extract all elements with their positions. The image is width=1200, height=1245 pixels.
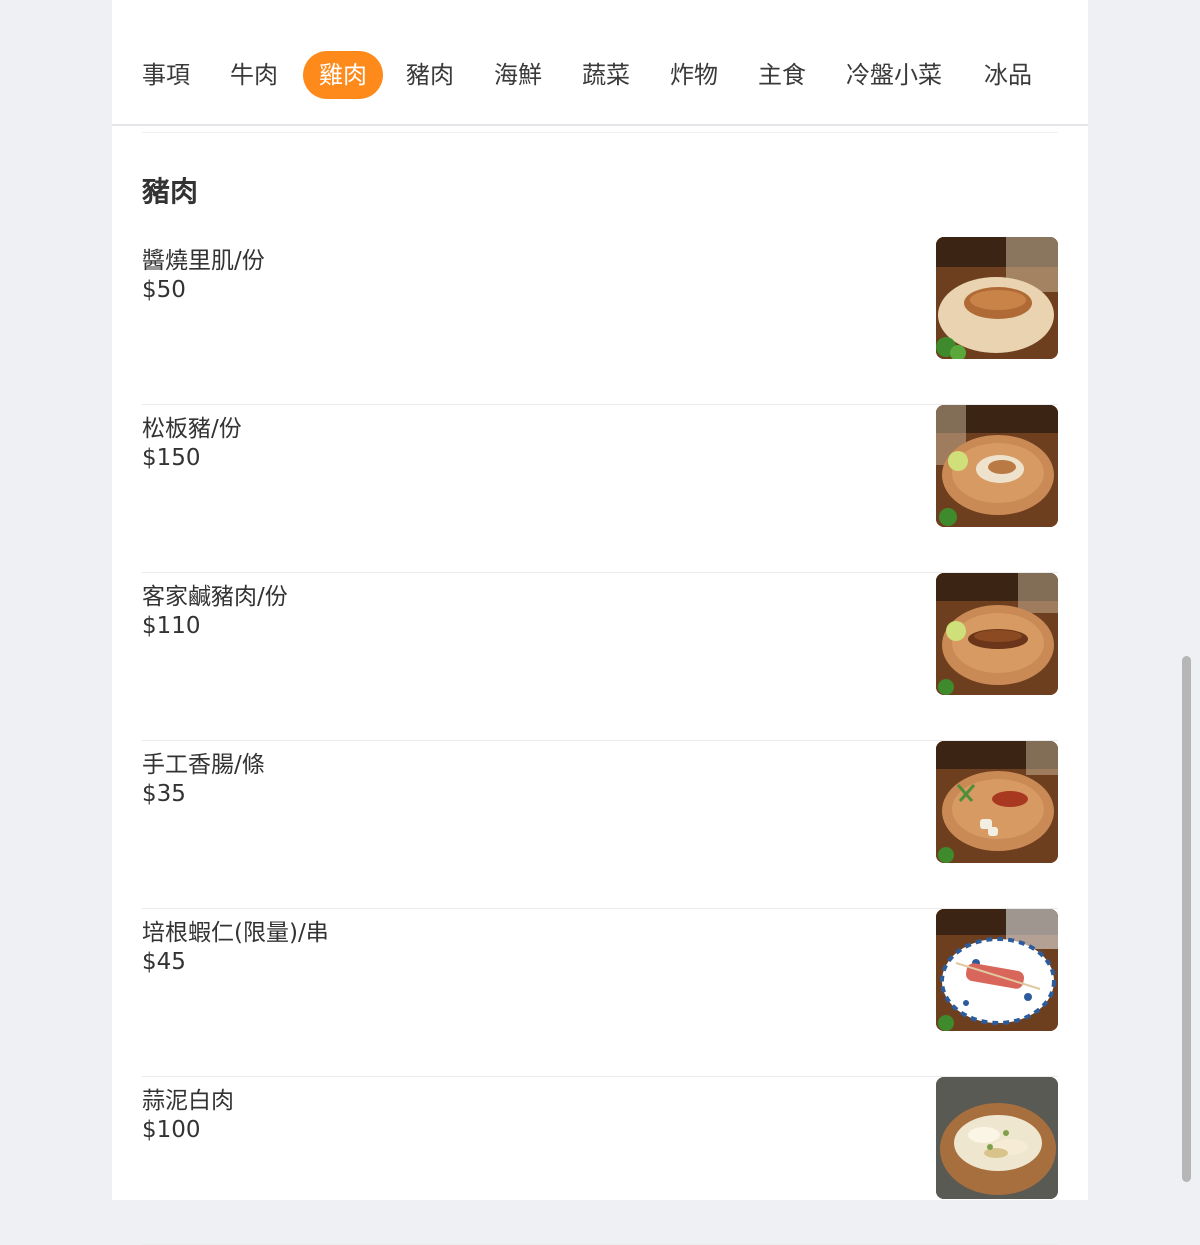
item-name: 松板豬/份 (142, 416, 242, 442)
food-photo[interactable] (936, 237, 1058, 359)
tab-seafood[interactable]: 海鮮 (494, 51, 542, 99)
item-price: $35 (142, 781, 186, 807)
tab-chicken[interactable]: 雞肉 (303, 51, 383, 99)
menu-item[interactable]: 蒜泥白肉 $100 (142, 1077, 1058, 1245)
tab-fried[interactable]: 炸物 (670, 51, 718, 99)
food-photo[interactable] (936, 909, 1058, 1031)
item-name: 手工香腸/條 (142, 752, 265, 778)
item-price: $100 (142, 1117, 201, 1143)
tab-desserts[interactable]: 冰品 (984, 51, 1032, 99)
section-title: 豬肉 (142, 175, 199, 208)
item-price: $110 (142, 613, 201, 639)
category-tab-bar: 事項 牛肉 雞肉 豬肉 海鮮 蔬菜 炸物 主食 冷盤小菜 冰品 (112, 0, 1088, 126)
food-photo[interactable] (936, 1077, 1058, 1199)
menu-item[interactable]: 培根蝦仁(限量)/串 $45 (142, 909, 1058, 1077)
menu-item[interactable]: 客家鹹豬肉/份 $110 (142, 573, 1058, 741)
item-name: 蒜泥白肉 (142, 1088, 234, 1114)
tab-events[interactable]: 事項 (142, 51, 190, 99)
menu-item[interactable]: 松板豬/份 $150 (142, 405, 1058, 573)
item-name: 培根蝦仁(限量)/串 (142, 920, 329, 946)
item-name: 客家鹹豬肉/份 (142, 584, 288, 610)
item-price: $150 (142, 445, 201, 471)
tab-beef[interactable]: 牛肉 (230, 51, 278, 99)
tab-staples[interactable]: 主食 (758, 51, 806, 99)
scrollbar-thumb[interactable] (1182, 656, 1191, 1182)
food-photo[interactable] (936, 741, 1058, 863)
menu-item[interactable]: 醬燒里肌/份 $50 (142, 237, 1058, 405)
food-photo[interactable] (936, 405, 1058, 527)
tab-cold-dishes[interactable]: 冷盤小菜 (846, 51, 942, 99)
divider (142, 132, 1058, 133)
food-photo[interactable] (936, 573, 1058, 695)
menu-page: 事項 牛肉 雞肉 豬肉 海鮮 蔬菜 炸物 主食 冷盤小菜 冰品 豬肉 醬燒里肌/… (112, 0, 1088, 1245)
item-name: 醬燒里肌/份 (142, 248, 265, 274)
item-price: $45 (142, 949, 186, 975)
tab-vegetables[interactable]: 蔬菜 (582, 51, 630, 99)
item-price: $50 (142, 277, 186, 303)
menu-item[interactable]: 手工香腸/條 $35 (142, 741, 1058, 909)
tab-pork[interactable]: 豬肉 (406, 51, 454, 99)
